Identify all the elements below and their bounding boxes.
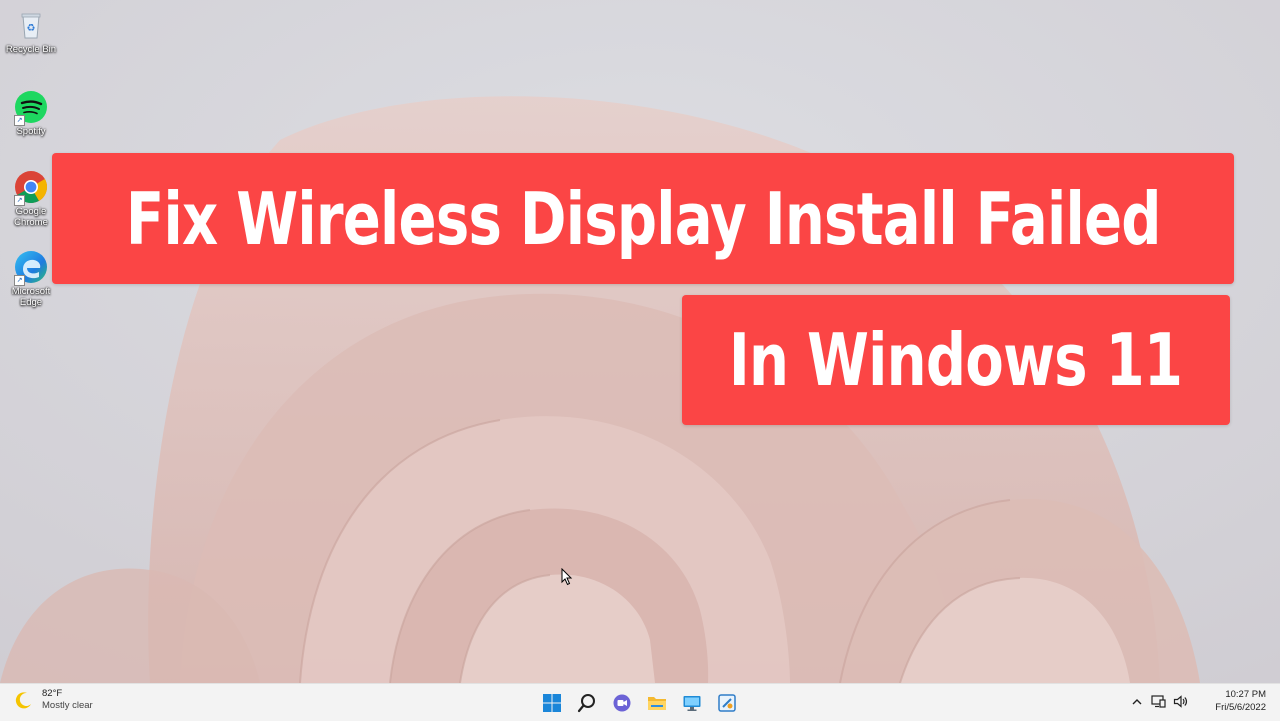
title-line-1: Fix Wireless Display Install Failed <box>125 176 1162 261</box>
edge-icon: ↗ <box>14 250 48 286</box>
desktop-monitor-icon <box>683 695 700 711</box>
clock[interactable]: 10:27 PM Fri/5/6/2022 <box>1215 688 1266 714</box>
weather-condition: Mostly clear <box>42 700 93 711</box>
search-icon <box>577 693 595 712</box>
weather-widget[interactable]: 82°F Mostly clear <box>14 688 93 712</box>
desktop-icon-label: Spotify <box>16 126 46 137</box>
start-button[interactable] <box>538 689 565 716</box>
chrome-icon: ↗ <box>14 170 48 206</box>
taskbar: 82°F Mostly clear 10:27 PM Fri/5/6/2022 <box>0 683 1280 721</box>
teams-chat-button[interactable] <box>608 689 635 716</box>
desktop-icon-chrome[interactable]: ↗ Google Chrome <box>4 170 58 228</box>
volume-icon <box>1173 695 1188 708</box>
desktop-icon-label: Recycle Bin <box>5 44 57 55</box>
chevron-up-icon <box>1132 698 1141 704</box>
network-icon <box>1151 695 1166 708</box>
title-banner: Fix Wireless Display Install Failed <box>52 153 1234 284</box>
clock-date: Fri/5/6/2022 <box>1215 702 1266 713</box>
file-explorer-button[interactable] <box>643 689 670 716</box>
search-button[interactable] <box>573 689 600 716</box>
volume-button[interactable] <box>1173 694 1188 709</box>
file-explorer-icon <box>647 696 666 710</box>
control-panel-icon <box>717 693 736 712</box>
teams-chat-icon <box>613 694 630 711</box>
clock-time: 10:27 PM <box>1225 689 1266 700</box>
desktop-icon-spotify[interactable]: ↗ Spotify <box>4 90 58 137</box>
desktop-icon-recycle-bin[interactable]: ♻ Recycle Bin <box>4 8 58 55</box>
svg-text:♻: ♻ <box>27 23 36 34</box>
title-line-2: In Windows 11 <box>729 318 1183 402</box>
weather-temp: 82°F <box>42 688 63 699</box>
mouse-cursor-icon <box>561 568 573 586</box>
recycle-bin-icon: ♻ <box>14 8 48 42</box>
desktop-icon-edge[interactable]: ↗ Microsoft Edge <box>4 250 58 308</box>
desktop-icon-label: Google Chrome <box>14 206 48 228</box>
desktop-monitor-button[interactable] <box>678 689 705 716</box>
moon-icon <box>15 692 31 709</box>
network-button[interactable] <box>1151 694 1166 709</box>
subtitle-banner: In Windows 11 <box>682 295 1230 425</box>
desktop-icon-label: Microsoft Edge <box>11 286 51 308</box>
start-icon <box>542 693 561 712</box>
spotify-icon: ↗ <box>14 90 48 126</box>
control-panel-button[interactable] <box>713 689 740 716</box>
show-hidden-icons-button[interactable] <box>1129 694 1144 709</box>
